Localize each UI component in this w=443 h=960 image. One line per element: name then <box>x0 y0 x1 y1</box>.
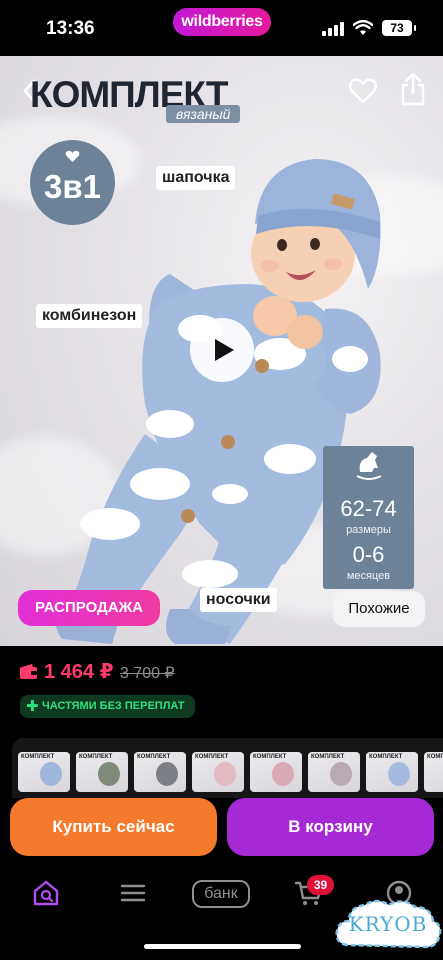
thumbnail-baby <box>98 762 120 786</box>
thumbnail-baby <box>272 762 294 786</box>
thumbnail[interactable]: КОМПЛЕКТ <box>192 752 244 792</box>
overall-label: комбинезон <box>36 304 143 328</box>
installment-text: ЧАСТЯМИ БЕЗ ПЕРЕПЛАТ <box>42 700 185 712</box>
hat-label: шапочка <box>156 166 236 190</box>
thumbnail-title: КОМПЛЕКТ <box>195 754 229 760</box>
status-time: 13:36 <box>46 18 95 39</box>
age-range-caption: месяцев <box>346 570 391 582</box>
catalog-menu-icon[interactable] <box>120 878 146 908</box>
thumbnail-title: КОМПЛЕКТ <box>369 754 403 760</box>
share-button[interactable] <box>400 72 426 106</box>
sale-badge: РАСПРОДАЖА <box>18 590 160 626</box>
favorite-button[interactable] <box>348 76 378 106</box>
photo-thumbnails: КОМПЛЕКТ КОМПЛЕКТ КОМПЛЕКТ КОМПЛЕКТ КОМП… <box>12 738 443 798</box>
home-indicator[interactable] <box>144 944 301 949</box>
wifi-icon <box>353 20 373 35</box>
thumbnail[interactable]: КОМПЛЕКТ <box>366 752 418 792</box>
thumbnail-title: КОМПЛЕКТ <box>21 754 55 760</box>
size-range: 62-74 <box>340 496 397 521</box>
thumbnail[interactable]: КОМПЛЕКТ <box>18 752 70 792</box>
product-photo[interactable]: КОМПЛЕКТ вязаный 3в1 шапочка комбинезон … <box>0 56 443 646</box>
thumbnail-baby <box>156 762 178 786</box>
age-range: 0-6 <box>352 542 385 567</box>
thumbnail-title: КОМПЛЕКТ <box>79 754 113 760</box>
three-in-one-badge: 3в1 <box>30 140 115 225</box>
current-price: 1 464 ₽ <box>44 661 114 683</box>
thumbnail[interactable]: КОМПЛЕКТ <box>134 752 186 792</box>
thumbnail[interactable]: КОМПЛЕКТ <box>424 752 443 792</box>
buy-now-button[interactable]: Купить сейчас <box>10 798 217 856</box>
heart-icon <box>65 150 80 162</box>
thumbnail-title: КОМПЛЕКТ <box>137 754 171 760</box>
wallet-icon <box>20 664 37 679</box>
product-photo-subheading: вязаный <box>166 105 241 123</box>
status-bar: 13:36 wildberries 73 <box>0 0 443 56</box>
play-video-button[interactable] <box>190 318 254 382</box>
thumbnail[interactable]: КОМПЛЕКТ <box>308 752 360 792</box>
thumbnail-baby <box>214 762 236 786</box>
thumbnail[interactable]: КОМПЛЕКТ <box>76 752 128 792</box>
thumbnail[interactable]: КОМПЛЕКТ <box>250 752 302 792</box>
brand-pill[interactable]: wildberries <box>173 8 271 36</box>
watermark-text: KRYOB <box>348 912 428 936</box>
cellular-signal-icon <box>322 22 344 36</box>
socks-label: носочки <box>200 588 277 612</box>
old-price: 3 700 ₽ <box>120 665 175 682</box>
three-in-one-text: 3в1 <box>44 168 101 205</box>
thumbnail-baby <box>330 762 352 786</box>
similar-products-button[interactable]: Похожие <box>333 591 425 627</box>
plus-icon: ✚ <box>26 698 39 715</box>
add-to-cart-button[interactable]: В корзину <box>227 798 434 856</box>
kryob-watermark: KRYOB <box>333 895 443 955</box>
thumbnail-title: КОМПЛЕКТ <box>427 754 443 760</box>
thumbnail-baby <box>40 762 62 786</box>
thumbnail-title: КОМПЛЕКТ <box>253 754 287 760</box>
thumbnail-title: КОМПЛЕКТ <box>311 754 345 760</box>
home-search-icon[interactable] <box>32 878 60 908</box>
bank-tab[interactable]: банк <box>192 880 250 908</box>
cart-count-badge: 39 <box>307 875 334 895</box>
size-range-caption: размеры <box>346 524 391 536</box>
rocking-horse-icon <box>350 446 388 488</box>
installment-badge[interactable]: ✚ ЧАСТЯМИ БЕЗ ПЕРЕПЛАТ <box>20 695 195 718</box>
battery-indicator: 73 <box>382 20 416 36</box>
price-section: 1 464 ₽ 3 700 ₽ ✚ ЧАСТЯМИ БЕЗ ПЕРЕПЛАТ <box>0 646 443 736</box>
thumbnail-baby <box>388 762 410 786</box>
